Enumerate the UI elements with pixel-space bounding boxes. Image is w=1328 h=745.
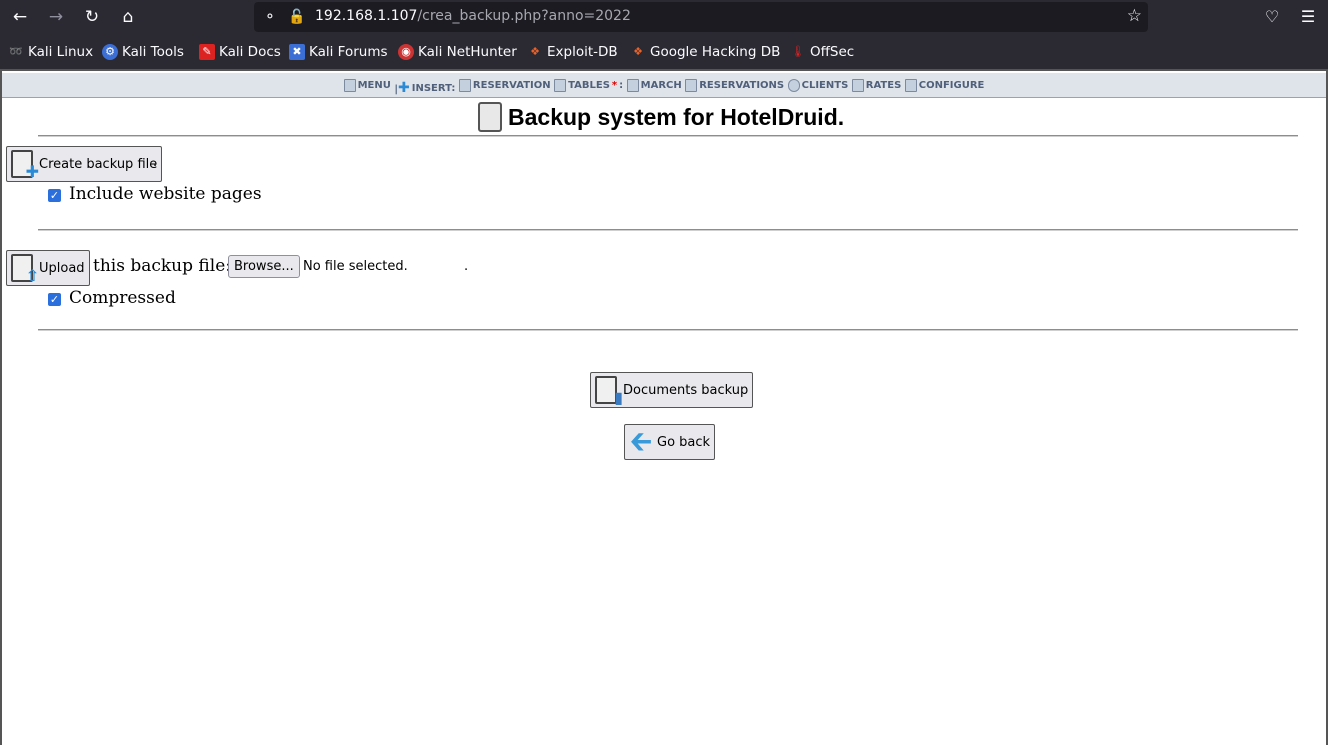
compressed-checkbox[interactable]: ✓ xyxy=(48,293,61,306)
reservations-icon xyxy=(685,79,698,92)
compressed-label: Compressed xyxy=(69,288,176,308)
wrench-icon xyxy=(904,79,917,92)
documents-icon: ▮ xyxy=(593,374,623,406)
menu-icon xyxy=(343,79,356,92)
back-arrow-icon: 🡰 xyxy=(629,425,653,458)
url-bar[interactable]: ⚬ 🔓 192.168.1.107/crea_backup.php?anno=2… xyxy=(254,2,1148,32)
bookmark-kali-linux[interactable]: ➿ Kali Linux xyxy=(8,42,93,62)
kali-tools-icon: ⚙ xyxy=(102,44,118,60)
browser-navbar: ← → ↻ ⌂ ⚬ 🔓 192.168.1.107/crea_backup.ph… xyxy=(0,0,1328,34)
divider xyxy=(38,229,1298,231)
create-backup-button[interactable]: ✚ Create backup file xyxy=(6,146,163,182)
documents-backup-button[interactable]: ▮ Documents backup xyxy=(590,372,754,408)
file-status: No file selected. xyxy=(303,259,408,274)
tables-icon xyxy=(554,79,567,92)
tag-icon xyxy=(851,79,864,92)
kali-docs-icon: ✎ xyxy=(199,44,215,60)
bookmark-offsec[interactable]: 🌡 OffSec xyxy=(790,42,854,62)
bookmark-exploit-db[interactable]: ❖ Exploit-DB xyxy=(527,42,618,62)
clients-icon xyxy=(787,79,800,92)
menu-clients[interactable]: CLIENTS xyxy=(787,73,848,98)
plus-icon: ✚ xyxy=(398,80,410,96)
divider xyxy=(38,329,1298,331)
reservation-icon xyxy=(458,79,471,92)
insert-label: ✚ INSERT: xyxy=(398,76,455,101)
page-title: Backup system for HotelDruid. xyxy=(478,100,844,134)
go-back-button[interactable]: 🡰 Go back xyxy=(624,424,716,460)
bookmark-kali-tools[interactable]: ⚙ Kali Tools xyxy=(102,42,184,62)
kali-dragon-icon: ➿ xyxy=(9,45,23,58)
menu-reservations[interactable]: RESERVATIONS xyxy=(685,73,784,98)
page-viewport: MENU | ✚ INSERT: RESERVATION TABLES *: MARC… xyxy=(0,69,1328,745)
bookmarks-toolbar: ➿ Kali Linux ⚙ Kali Tools ✎ Kali Docs ✖ Kali… xyxy=(0,38,1328,66)
offsec-icon: 🌡 xyxy=(791,45,805,58)
include-website-checkbox[interactable]: ✓ xyxy=(48,189,61,202)
menu-configure[interactable]: CONFIGURE xyxy=(904,73,984,98)
menu-reservation[interactable]: RESERVATION xyxy=(458,73,551,98)
browser-chrome: ← → ↻ ⌂ ⚬ 🔓 192.168.1.107/crea_backup.ph… xyxy=(0,0,1328,69)
home-icon[interactable]: ⌂ xyxy=(116,5,140,29)
include-website-label: Include website pages xyxy=(69,184,262,204)
shield-icon[interactable]: ⚬ xyxy=(264,7,276,27)
url-text[interactable]: 192.168.1.107/crea_backup.php?anno=2022 xyxy=(315,8,631,24)
bookmark-google-hacking-db[interactable]: ❖ Google Hacking DB xyxy=(630,42,780,62)
menu-link[interactable]: MENU xyxy=(343,73,391,98)
menu-march[interactable]: MARCH xyxy=(626,73,682,98)
divider xyxy=(38,135,1298,137)
ghdb-icon: ❖ xyxy=(633,45,643,58)
menu-rates[interactable]: RATES xyxy=(851,73,901,98)
bookmark-kali-nethunter[interactable]: ◉ Kali NetHunter xyxy=(398,42,517,62)
reload-icon[interactable]: ↻ xyxy=(80,5,104,29)
upload-text: this backup file: xyxy=(93,256,231,276)
upload-button[interactable]: ⇧ Upload xyxy=(6,250,90,286)
forward-icon[interactable]: → xyxy=(44,5,68,29)
insecure-lock-icon[interactable]: 🔓 xyxy=(288,7,305,27)
bookmark-kali-forums[interactable]: ✖ Kali Forums xyxy=(289,42,388,62)
upload-icon: ⇧ xyxy=(9,252,39,284)
pocket-icon[interactable]: ♡ xyxy=(1260,5,1284,29)
create-backup-icon: ✚ xyxy=(9,148,39,180)
bookmark-star-icon[interactable]: ☆ xyxy=(1127,6,1142,26)
bookmark-kali-docs[interactable]: ✎ Kali Docs xyxy=(199,42,281,62)
kali-forums-icon: ✖ xyxy=(289,44,305,60)
calendar-icon xyxy=(626,79,639,92)
hamburger-menu-icon[interactable]: ☰ xyxy=(1296,5,1320,29)
hoteldruid-top-menu: MENU | ✚ INSERT: RESERVATION TABLES *: MARC… xyxy=(2,73,1326,98)
browse-button[interactable]: Browse... xyxy=(228,255,300,278)
back-icon[interactable]: ← xyxy=(8,5,32,29)
menu-tables[interactable]: TABLES *: xyxy=(554,73,623,98)
kali-nethunter-icon: ◉ xyxy=(398,44,414,60)
exploit-db-icon: ❖ xyxy=(530,45,540,58)
backup-icon xyxy=(478,102,502,132)
